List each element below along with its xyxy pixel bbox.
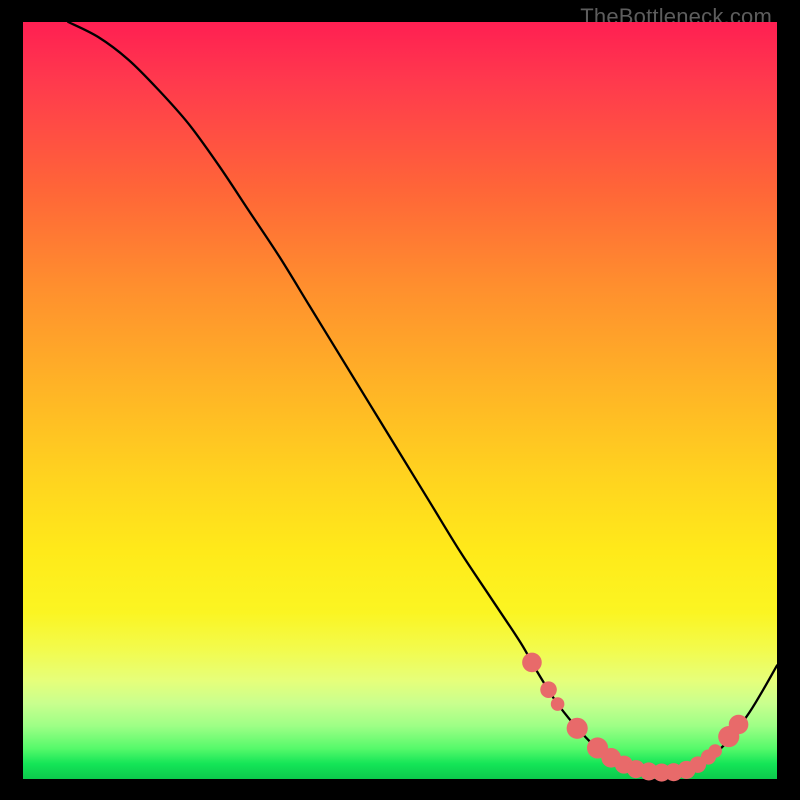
- curve-dot: [708, 744, 722, 758]
- bottleneck-curve: [68, 22, 777, 773]
- curve-dot: [551, 697, 565, 711]
- curve-dots: [522, 653, 748, 782]
- curve-dot: [729, 715, 749, 735]
- curve-dot: [540, 681, 557, 698]
- curve-dot: [522, 653, 542, 673]
- chart-svg: [23, 22, 777, 779]
- chart-area: [23, 22, 777, 779]
- curve-dot: [567, 718, 588, 739]
